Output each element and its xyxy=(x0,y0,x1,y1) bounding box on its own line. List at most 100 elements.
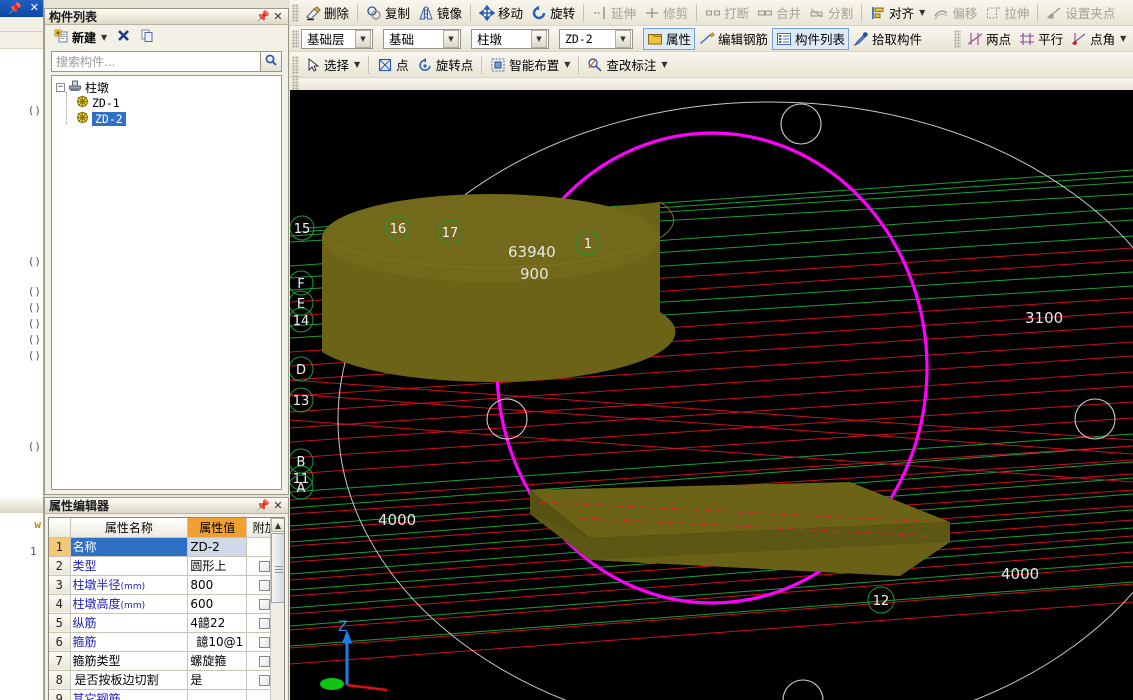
tree-node-zd2[interactable]: ZD-2 xyxy=(52,111,281,127)
toolbar-gripper[interactable] xyxy=(292,29,299,48)
attach-checkbox[interactable] xyxy=(259,560,271,572)
chevron-down-icon[interactable]: ▼ xyxy=(615,29,631,48)
merge-button[interactable]: 合并 xyxy=(753,2,805,24)
pin-icon[interactable]: 📌 xyxy=(256,9,270,24)
eraser-icon xyxy=(306,5,321,20)
axis-indicator: Z xyxy=(320,619,388,692)
edit-annotation-button[interactable]: 查改标注 ▼ xyxy=(583,54,671,76)
scrollbar-thumb[interactable] xyxy=(271,533,284,603)
edit-rebar-button[interactable]: 编辑钢筋 xyxy=(695,28,772,50)
close-icon[interactable]: ✕ xyxy=(271,498,285,513)
offset-button[interactable]: 偏移 xyxy=(929,2,981,24)
component-tree[interactable]: − 柱墩 ZD-1 ZD-2 xyxy=(51,75,282,490)
chevron-down-icon[interactable]: ▼ xyxy=(531,29,547,48)
rotate-icon xyxy=(532,5,546,19)
copy-button[interactable]: 复制 xyxy=(362,2,414,24)
close-icon[interactable]: ✕ xyxy=(271,9,285,24)
row-value[interactable] xyxy=(187,689,248,700)
grid-bubble-label: 16 xyxy=(390,222,407,237)
parallel-axis-button[interactable]: 平行 xyxy=(1015,28,1067,50)
toolbar-gripper[interactable] xyxy=(954,29,962,48)
chevron-down-icon[interactable]: ▼ xyxy=(443,29,459,48)
point-angle-axis-button[interactable]: 点角 ▼ xyxy=(1067,28,1130,50)
table-row[interactable]: 3 柱墩半径(mm) 800 xyxy=(49,575,283,595)
row-value[interactable]: 是 xyxy=(187,670,248,690)
attach-checkbox[interactable] xyxy=(259,655,271,667)
table-row[interactable]: 4 柱墩高度(mm) 600 xyxy=(49,594,283,614)
category-combo[interactable]: 基础 ▼ xyxy=(383,28,461,49)
break-button[interactable]: 打断 xyxy=(701,2,753,24)
row-value[interactable]: 600 xyxy=(187,594,248,614)
pick-component-button[interactable]: 拾取构件 xyxy=(849,28,926,50)
tree-node-root[interactable]: − 柱墩 xyxy=(52,79,281,95)
rotate-point-button[interactable]: 旋转点 xyxy=(413,54,478,76)
tree-node-zd1[interactable]: ZD-1 xyxy=(52,95,281,111)
table-row[interactable]: 2 类型 圆形上 xyxy=(49,556,283,576)
row-value[interactable]: 800 xyxy=(187,575,248,595)
row-value[interactable]: 4䪰22 xyxy=(187,613,248,633)
attach-checkbox[interactable] xyxy=(259,674,271,686)
set-grip-point-button[interactable]: 设置夹点 xyxy=(1042,2,1119,24)
component-list-button[interactable]: 构件列表 xyxy=(772,27,850,50)
point-button[interactable]: 点 xyxy=(373,54,413,76)
search-input[interactable] xyxy=(51,51,260,72)
property-grid-scrollbar[interactable]: ▲ xyxy=(270,518,284,700)
split-button[interactable]: 分割 xyxy=(805,2,857,24)
chevron-down-icon[interactable]: ▼ xyxy=(564,60,570,69)
row-value[interactable]: 螺旋箍 xyxy=(187,651,248,671)
attach-checkbox[interactable] xyxy=(259,617,271,629)
row-value[interactable]: ZD-2 xyxy=(187,537,248,557)
table-row[interactable]: 8 是否按板边切割 是 xyxy=(49,670,283,690)
attach-checkbox[interactable] xyxy=(259,579,271,591)
chevron-down-icon[interactable]: ▼ xyxy=(355,29,371,48)
smart-layout-button[interactable]: 智能布置 ▼ xyxy=(486,54,574,76)
tree-guide-line xyxy=(66,92,67,124)
mirror-button[interactable]: 镜像 xyxy=(414,2,466,24)
row-value[interactable]: 圆形上 xyxy=(187,556,248,576)
table-row[interactable]: 5 纵筋 4䪰22 xyxy=(49,613,283,633)
chevron-down-icon[interactable]: ▼ xyxy=(1120,34,1126,43)
3d-scene[interactable]: 15 16 17 1 F E 14 D 13 B 11 A 12 63940 9… xyxy=(290,90,1133,700)
delete-component-button[interactable] xyxy=(113,27,134,47)
properties-button[interactable]: 属性 xyxy=(643,27,696,50)
rotate-point-icon xyxy=(419,57,431,71)
toolbar-gripper[interactable] xyxy=(292,3,299,22)
layer-combo[interactable]: 基础层 ▼ xyxy=(301,28,373,49)
row-value[interactable]: 䪰10@1 xyxy=(187,632,248,652)
chevron-down-icon[interactable]: ▼ xyxy=(919,8,925,17)
table-row[interactable]: 9 其它钢筋 xyxy=(49,689,283,700)
new-component-button[interactable]: 新建 ▼ xyxy=(51,27,110,47)
component-name-combo-value: ZD-2 xyxy=(565,31,593,46)
move-button[interactable]: 移动 xyxy=(475,2,527,24)
trim-button[interactable]: 修剪 xyxy=(640,2,692,24)
attach-checkbox[interactable] xyxy=(259,598,271,610)
component-name-combo[interactable]: ZD-2 ▼ xyxy=(559,28,633,49)
component-type-combo[interactable]: 柱墩 ▼ xyxy=(471,28,549,49)
3d-viewport[interactable]: 15 16 17 1 F E 14 D 13 B 11 A 12 63940 9… xyxy=(290,90,1133,700)
toolbar-separator xyxy=(578,55,580,74)
table-row[interactable]: 7 箍筋类型 螺旋箍 xyxy=(49,651,283,671)
chevron-down-icon[interactable]: ▼ xyxy=(354,60,360,69)
toolbar-gripper[interactable] xyxy=(292,55,299,74)
property-grid[interactable]: 属性名称 属性值 附加 1 名称 ZD-2 2 类型 圆形上 3 柱墩半径(mm… xyxy=(48,517,285,700)
extend-button[interactable]: 延伸 xyxy=(588,2,640,24)
scroll-up-button[interactable]: ▲ xyxy=(271,518,284,532)
table-row[interactable]: 1 名称 ZD-2 xyxy=(49,537,283,557)
rotate-button[interactable]: 旋转 xyxy=(527,2,579,24)
pin-icon[interactable]: 📌 xyxy=(8,2,22,15)
pier-cylinder-solid[interactable] xyxy=(321,194,676,382)
chevron-down-icon[interactable]: ▼ xyxy=(661,60,667,69)
collapse-expander-icon[interactable]: − xyxy=(56,82,65,92)
search-button[interactable] xyxy=(260,51,282,72)
table-row[interactable]: 6 箍筋 䪰10@1 xyxy=(49,632,283,652)
chevron-down-icon[interactable]: ▼ xyxy=(101,33,107,42)
select-button[interactable]: 选择 ▼ xyxy=(301,54,364,76)
stretch-button[interactable]: 拉伸 xyxy=(981,2,1033,24)
copy-component-button[interactable] xyxy=(137,27,158,47)
align-button[interactable]: 对齐 ▼ xyxy=(866,2,929,24)
pin-icon[interactable]: 📌 xyxy=(256,498,270,513)
close-icon[interactable]: ✕ xyxy=(30,2,39,13)
two-point-axis-button[interactable]: 两点 xyxy=(963,28,1015,50)
delete-button[interactable]: 删除 xyxy=(301,2,353,24)
attach-checkbox[interactable] xyxy=(259,636,271,648)
